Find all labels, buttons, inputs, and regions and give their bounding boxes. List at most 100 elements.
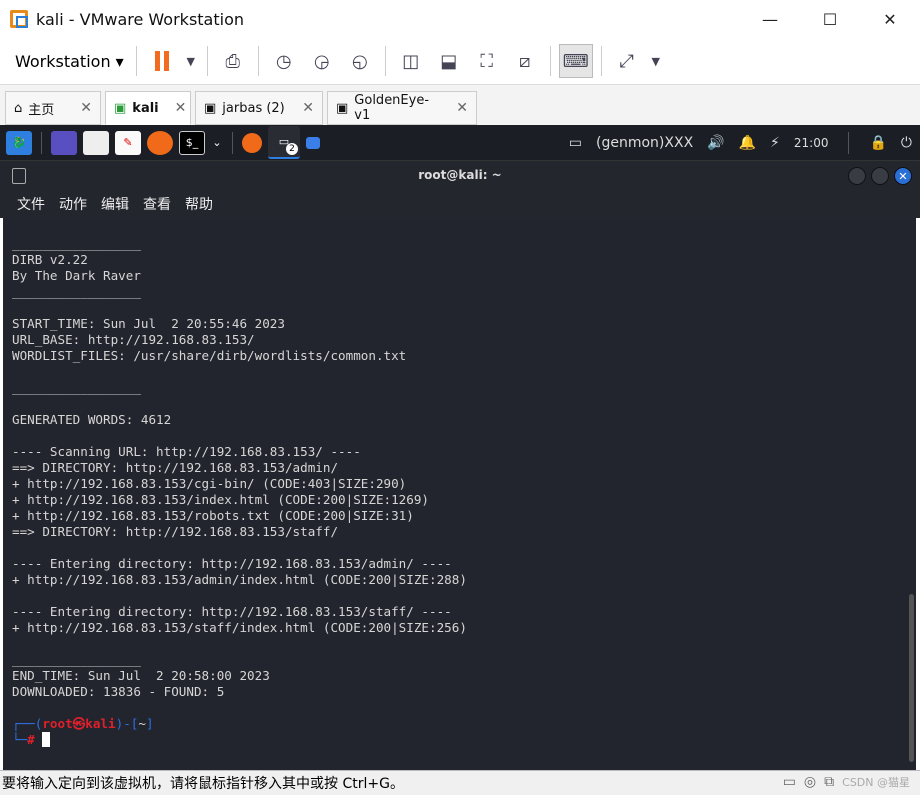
terminal-line: URL_BASE: http://192.168.83.153/ [12,332,255,347]
clock[interactable]: 21:00 [794,136,829,150]
vm-tabs: ⌂ 主页 ✕ ▣ kali ✕ ▣ jarbas (2) ✕ ▣ GoldenEye-v1 ✕ [0,85,920,125]
network-adapter-icon[interactable]: ⧉ [824,774,834,790]
workstation-menu[interactable]: Workstation ▾ [15,52,124,71]
power-dropdown-icon[interactable]: ▼ [183,44,199,78]
sidebar-toggle-icon[interactable]: ◫ [394,44,428,78]
terminal-close-button[interactable]: ✕ [894,167,912,185]
genmon-label: (genmon)XXX [596,134,694,151]
kali-menu-icon[interactable]: 🐉 [6,130,32,155]
downloads-folder-icon[interactable] [306,136,320,149]
vmware-logo-icon [10,10,28,28]
terminal-line: WORDLIST_FILES: /usr/share/dirb/wordlist… [12,348,407,363]
kali-panel: 🐉 ✎ $_ ⌄ ▭ 2 ▭ (genmon)XXX 🔊 🔔 ⚡ 21:00 🔒 … [0,125,920,160]
terminal-line: + http://192.168.83.153/robots.txt (CODE… [12,508,414,523]
window-titlebar: kali - VMware Workstation — ☐ ✕ [0,0,920,38]
toolbar: Workstation ▾ ▼ ⎙ ◷ ◶ ◵ ◫ ⬓ ⛶ ⧄ ⌨ ⤢ ▼ [0,38,920,85]
terminal-line: + http://192.168.83.153/index.html (CODE… [12,492,430,507]
chevron-down-icon[interactable]: ⌄ [211,131,223,155]
tab-jarbas[interactable]: ▣ jarbas (2) ✕ [195,91,323,125]
notification-bell-icon[interactable]: 🔔 [739,135,756,151]
tab-close-icon[interactable]: ✕ [446,100,468,116]
terminal-icon[interactable]: $_ [179,130,205,155]
cdrom-icon[interactable]: ◎ [804,774,816,790]
tab-close-icon[interactable]: ✕ [70,100,92,116]
terminal-line: By The Dark Raver [12,268,141,283]
menu-view[interactable]: 查看 [143,194,171,214]
menu-file[interactable]: 文件 [17,194,45,214]
logout-icon[interactable]: ⏻ [901,135,912,151]
file-manager-icon[interactable] [83,130,109,155]
terminal-titlebar: root@kali: ~ ✕ [0,160,920,190]
terminal-line: DOWNLOADED: 13836 - FOUND: 5 [12,684,225,699]
thumbnail-bar-icon[interactable]: ⬓ [432,44,466,78]
terminal-output[interactable]: _________________ DIRB v2.22 By The Dark R… [3,218,916,770]
minimize-button[interactable]: — [740,0,800,38]
network-icon[interactable]: ▭ [569,135,582,151]
cursor [42,732,51,747]
terminal-line: + http://192.168.83.153/admin/index.html… [12,572,467,587]
terminal-line: START_TIME: Sun Jul 2 20:55:46 2023 [12,316,285,331]
terminal-line: _________________ [12,652,141,667]
close-button[interactable]: ✕ [860,0,920,38]
terminal-line: ---- Scanning URL: http://192.168.83.153… [12,444,361,459]
terminal-line: + http://192.168.83.153/staff/index.html… [12,620,467,635]
terminal-line: GENERATED WORDS: 4612 [12,412,172,427]
menu-actions[interactable]: 动作 [59,194,87,214]
desktop-icon[interactable] [51,130,77,155]
terminal-title: root@kali: ~ [418,168,502,182]
prompt-line-1: ┌──(root㉿kali)-[~] [12,716,154,731]
terminal-minimize-button[interactable] [848,167,866,185]
terminal-menubar: 文件 动作 编辑 查看 帮助 [0,190,920,218]
fullscreen-icon[interactable]: ⛶ [470,44,504,78]
terminal-line: _________________ [12,380,141,395]
pause-button[interactable] [145,44,179,78]
firefox-window-icon[interactable] [242,132,262,153]
hdd-icon[interactable]: ▭ [783,774,796,790]
console-view-icon[interactable]: ⌨ [558,44,593,78]
lock-icon[interactable]: 🔒 [869,135,886,151]
maximize-button[interactable]: ☐ [800,0,860,38]
unity-icon[interactable]: ⧄ [508,44,542,78]
terminal-maximize-button[interactable] [871,167,889,185]
volume-icon[interactable]: 🔊 [707,135,724,151]
watermark: CSDN @猫星 [842,776,910,789]
tab-close-icon[interactable]: ✕ [292,100,314,116]
terminal-line: DIRB v2.22 [12,252,88,267]
tab-kali[interactable]: ▣ kali ✕ [105,91,191,125]
revert-snapshot-icon[interactable]: ◶ [305,44,339,78]
firefox-icon[interactable] [147,130,173,155]
terminal-line: ==> DIRECTORY: http://192.168.83.153/sta… [12,524,339,539]
text-editor-icon[interactable]: ✎ [115,130,141,155]
terminal-line: ---- Entering directory: http://192.168.… [12,604,452,619]
send-ctrl-alt-del-icon[interactable]: ⎙ [216,44,250,78]
terminal-line: ---- Entering directory: http://192.168.… [12,556,452,571]
terminal-line: ==> DIRECTORY: http://192.168.83.153/adm… [12,460,339,475]
stretch-icon[interactable]: ⤢ [610,44,644,78]
power-manager-icon[interactable]: ⚡ [770,135,780,151]
terminal-scrollbar[interactable] [909,594,914,762]
menu-edit[interactable]: 编辑 [101,194,129,214]
terminal-line: + http://192.168.83.153/cgi-bin/ (CODE:4… [12,476,407,491]
snapshot-icon[interactable]: ◷ [267,44,301,78]
terminal-line: END_TIME: Sun Jul 2 20:58:00 2023 [12,668,270,683]
terminal-window-icon[interactable]: ▭ 2 [268,126,300,159]
status-bar: 要将输入定向到该虚拟机，请将鼠标指针移入其中或按 Ctrl+G。 ▭ ◎ ⧉ C… [0,770,920,795]
home-icon: ⌂ [14,100,23,116]
vm-icon: ▣ [114,100,127,116]
tab-home[interactable]: ⌂ 主页 ✕ [5,91,101,125]
status-text: 要将输入定向到该虚拟机，请将鼠标指针移入其中或按 Ctrl+G。 [2,776,404,792]
vm-icon: ▣ [204,100,217,116]
tab-close-icon[interactable]: ✕ [165,100,187,116]
tab-goldeneye[interactable]: ▣ GoldenEye-v1 ✕ [327,91,477,125]
snapshot-manager-icon[interactable]: ◵ [343,44,377,78]
stretch-dropdown-icon[interactable]: ▼ [648,44,664,78]
menu-help[interactable]: 帮助 [185,194,213,214]
terminal-line: _________________ [12,284,141,299]
